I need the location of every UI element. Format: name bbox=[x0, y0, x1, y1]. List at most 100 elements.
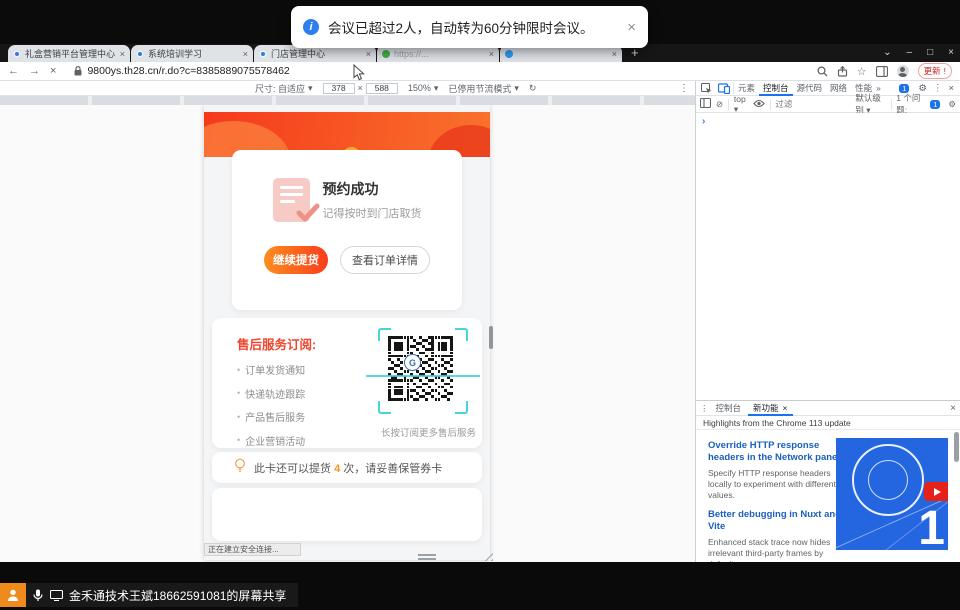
tab-gift-admin[interactable]: 礼盒营销平台管理中心 × bbox=[8, 45, 130, 62]
pickup-tip-card: 此卡还可以提货 4 次，请妥善保管券卡 bbox=[212, 452, 482, 483]
youtube-play-icon[interactable] bbox=[924, 482, 948, 501]
maximize-icon[interactable]: □ bbox=[927, 47, 933, 58]
viewport-width-input[interactable] bbox=[323, 83, 355, 94]
presenter-avatar bbox=[0, 583, 26, 607]
bullet-icon: • bbox=[237, 412, 240, 422]
tab-console[interactable]: 控制台 bbox=[759, 81, 793, 96]
meeting-bottom-bar: 金禾通技术王斌18662591081的屏幕共享 bbox=[0, 562, 960, 610]
drawer-tab-close-icon[interactable]: × bbox=[783, 403, 788, 413]
share-icon[interactable] bbox=[837, 66, 848, 77]
tab-close-icon[interactable]: × bbox=[243, 49, 248, 59]
emulated-page: 预约成功 记得按时到门店取货 继续提货 查看订单详情 售后服务订阅: •订单发货… bbox=[204, 105, 490, 560]
qr-code[interactable]: G bbox=[378, 328, 468, 414]
tab-close-icon[interactable]: × bbox=[366, 49, 371, 59]
tab-label: https://... bbox=[394, 49, 486, 59]
qr-code-modules bbox=[388, 336, 456, 404]
back-icon[interactable]: ← bbox=[8, 65, 19, 77]
after-sales-card: 售后服务订阅: •订单发货通知 •快递轨迹跟踪 •产品售后服务 •企业营销活动 … bbox=[212, 318, 482, 448]
device-size-label: 尺寸: 自适应 bbox=[255, 82, 305, 95]
whatsnew-desc: Specify HTTP response headers locally to… bbox=[708, 468, 848, 501]
tab-label: 门店管理中心 bbox=[271, 47, 363, 60]
devtools-close-icon[interactable]: × bbox=[948, 83, 954, 94]
tab-training[interactable]: 系统培训学习 × bbox=[131, 45, 253, 62]
bookmark-star-icon[interactable]: ☆ bbox=[857, 65, 867, 78]
devtools-menu-icon[interactable]: ⋮ bbox=[933, 83, 943, 94]
device-toolbar-toggle-icon[interactable] bbox=[718, 83, 730, 94]
url-text[interactable]: 9800ys.th28.cn/r.do?c=8385889075578462 bbox=[87, 65, 289, 77]
device-size-select[interactable]: 尺寸: 自适应 ▾ bbox=[255, 82, 313, 95]
microphone-icon bbox=[33, 589, 43, 602]
page-scrollbar-thumb[interactable] bbox=[489, 326, 493, 349]
tab-network[interactable]: 网络 bbox=[826, 81, 851, 96]
whatsnew-header: Highlights from the Chrome 113 update bbox=[696, 416, 960, 430]
tab-label: 系统培训学习 bbox=[148, 47, 240, 60]
context-select[interactable]: top ▾ bbox=[734, 94, 748, 115]
toast-close-icon[interactable]: × bbox=[627, 19, 636, 36]
console-prompt-icon: › bbox=[702, 116, 705, 127]
site-favicon bbox=[13, 50, 21, 58]
continue-pickup-button[interactable]: 继续提货 bbox=[264, 246, 328, 274]
list-item: •企业营销活动 bbox=[237, 433, 305, 448]
screen: i 会议已超过2人，自动转为60分钟限时会议。 × 礼盒营销平台管理中心 × 系… bbox=[0, 0, 960, 610]
caret-down-icon: ▾ bbox=[308, 83, 313, 94]
update-label: 更新 bbox=[924, 65, 941, 77]
console-settings-gear-icon[interactable]: ⚙ bbox=[948, 99, 956, 110]
mouse-cursor bbox=[353, 64, 365, 86]
forward-icon[interactable]: → bbox=[29, 65, 40, 77]
drawer-drag-handle[interactable] bbox=[418, 554, 436, 562]
drawer-tab-whatsnew[interactable]: 新功能 × bbox=[748, 401, 792, 416]
caret-down-icon: ▾ bbox=[514, 83, 519, 94]
drawer-menu-icon[interactable]: ⋮ bbox=[700, 403, 709, 414]
caret-down-icon: ▾ bbox=[434, 83, 439, 94]
drawer-scrollbar-thumb[interactable] bbox=[954, 432, 959, 462]
browser-toolbar: ← → × 9800ys.th28.cn/r.do?c=838588907557… bbox=[0, 62, 960, 81]
throttle-select[interactable]: 已停用节流模式 ▾ bbox=[448, 82, 519, 95]
side-panel-icon[interactable] bbox=[876, 66, 888, 77]
chevron-down-icon[interactable]: ⌄ bbox=[883, 47, 891, 58]
console-output-area[interactable]: › bbox=[695, 113, 960, 400]
info-icon: i bbox=[303, 19, 319, 35]
clear-console-icon[interactable]: ⊘ bbox=[716, 99, 723, 110]
qr-center-logo: G bbox=[404, 354, 421, 371]
zoom-magnifier-icon[interactable] bbox=[817, 66, 828, 77]
success-subtitle: 记得按时到门店取货 bbox=[323, 205, 422, 221]
console-sidebar-icon[interactable] bbox=[700, 98, 711, 110]
whatsnew-link[interactable]: Override HTTP response headers in the Ne… bbox=[708, 440, 848, 465]
stop-icon[interactable]: × bbox=[50, 65, 56, 77]
view-order-button[interactable]: 查看订单详情 bbox=[340, 246, 430, 274]
list-item: •快递轨迹跟踪 bbox=[237, 386, 305, 401]
whatsnew-thumbnail[interactable]: 1 bbox=[836, 438, 948, 550]
rotate-device-icon[interactable]: ↻ bbox=[529, 83, 537, 94]
empty-card bbox=[212, 488, 482, 541]
resize-handle[interactable] bbox=[483, 551, 493, 561]
tab-close-icon[interactable]: × bbox=[120, 49, 125, 59]
list-item: •产品售后服务 bbox=[237, 409, 305, 424]
window-controls: ⌄ – □ × bbox=[883, 44, 954, 61]
window-close-icon[interactable]: × bbox=[948, 47, 954, 58]
lock-icon[interactable] bbox=[74, 66, 82, 76]
viewport-height-input[interactable] bbox=[366, 83, 398, 94]
bullet-icon: • bbox=[237, 388, 240, 398]
drawer-close-icon[interactable]: × bbox=[950, 403, 956, 414]
device-toolbar-menu-icon[interactable]: ⋮ bbox=[679, 83, 689, 94]
zoom-select[interactable]: 150% ▾ bbox=[408, 83, 439, 94]
drawer-tab-console[interactable]: 控制台 bbox=[711, 401, 747, 416]
tab-close-icon[interactable]: × bbox=[489, 49, 494, 59]
bullet-icon: • bbox=[237, 435, 240, 445]
browser-status-text: 正在建立安全连接... bbox=[204, 543, 301, 556]
console-filter-input[interactable] bbox=[775, 99, 845, 109]
issues-count-badge[interactable]: 1 bbox=[930, 100, 940, 109]
inspect-element-icon[interactable] bbox=[701, 83, 712, 94]
whatsnew-link[interactable]: Better debugging in Nuxt and Vite bbox=[708, 509, 848, 534]
lightbulb-icon bbox=[234, 458, 246, 478]
tab-sources[interactable]: 源代码 bbox=[793, 81, 827, 96]
drawer-tab-label: 新功能 bbox=[753, 402, 779, 414]
live-expression-eye-icon[interactable] bbox=[753, 99, 765, 110]
update-button[interactable]: 更新 ! bbox=[918, 63, 952, 79]
minimize-icon[interactable]: – bbox=[907, 47, 913, 58]
context-value: top bbox=[734, 94, 746, 104]
emulation-stage: 预约成功 记得按时到门店取货 继续提货 查看订单详情 售后服务订阅: •订单发货… bbox=[0, 105, 695, 562]
site-favicon bbox=[505, 50, 513, 58]
tab-close-icon[interactable]: × bbox=[612, 49, 617, 59]
profile-avatar[interactable] bbox=[897, 65, 909, 77]
